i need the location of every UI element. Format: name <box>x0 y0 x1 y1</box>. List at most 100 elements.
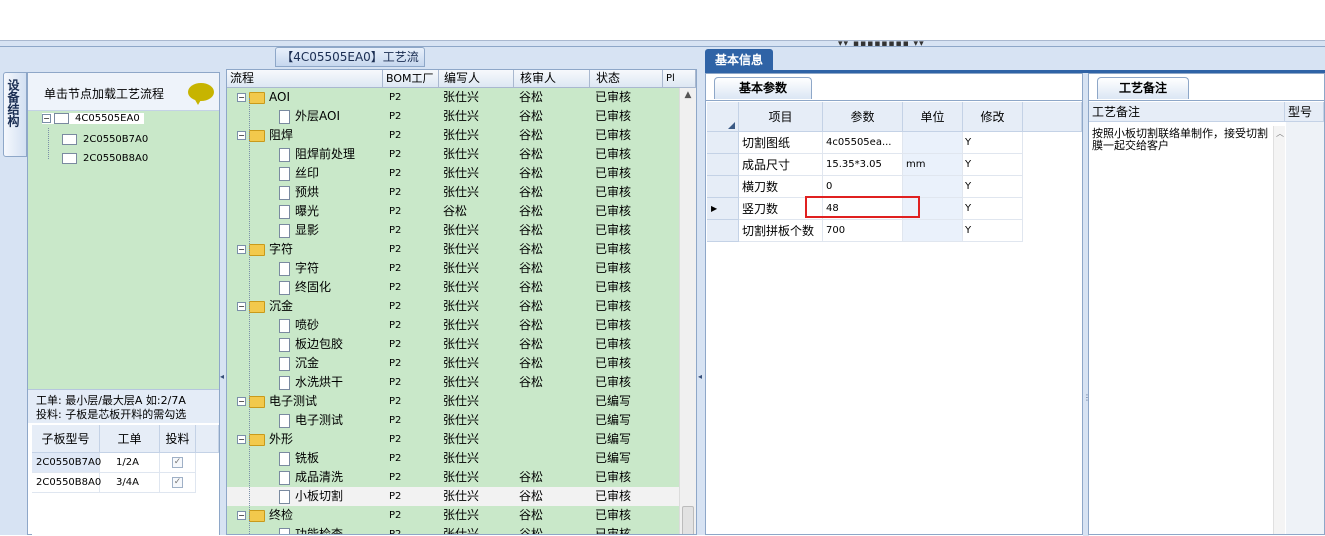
process-row[interactable]: 显影 P2 张仕兴 谷松 已审核 <box>227 221 679 240</box>
vertical-scrollbar[interactable]: ▲ <box>679 88 696 534</box>
column-header[interactable]: 核审人 <box>514 70 590 88</box>
process-row[interactable]: 外层AOI P2 张仕兴 谷松 已审核 <box>227 107 679 126</box>
cell-feed[interactable]: ✓ <box>160 473 196 493</box>
speech-bubble-icon[interactable] <box>188 83 214 105</box>
process-row[interactable]: − 外形 P2 张仕兴 已编写 <box>227 430 679 449</box>
collapse-icon[interactable]: − <box>237 435 246 444</box>
column-header[interactable]: 编写人 <box>439 70 514 88</box>
process-row[interactable]: 字符 P2 张仕兴 谷松 已审核 <box>227 259 679 278</box>
scroll-up-icon[interactable]: ▲ <box>682 89 694 101</box>
row-header[interactable] <box>707 132 739 154</box>
tree-node-child[interactable]: 2C0550B8A0 <box>62 153 148 164</box>
cell-unit[interactable]: mm <box>903 154 963 176</box>
process-row[interactable]: − 电子测试 P2 张仕兴 已编写 <box>227 392 679 411</box>
cell-feed[interactable]: ✓ <box>160 453 196 473</box>
column-header[interactable]: 流程 <box>227 70 383 88</box>
process-row[interactable]: 板边包胶 P2 张仕兴 谷松 已审核 <box>227 335 679 354</box>
cell-param[interactable]: 15.35*3.05 <box>823 154 903 176</box>
vertical-splitter[interactable]: ◂ <box>698 72 704 535</box>
column-header[interactable]: 修改 <box>963 102 1023 132</box>
tree-node-child[interactable]: 2C0550B7A0 <box>62 134 148 145</box>
process-row[interactable]: 沉金 P2 张仕兴 谷松 已审核 <box>227 354 679 373</box>
cell-modify[interactable]: Y <box>963 132 1023 154</box>
cell-modify[interactable]: Y <box>963 154 1023 176</box>
tab-basic-info[interactable]: 基本信息 <box>705 49 773 71</box>
row-header[interactable] <box>707 154 739 176</box>
process-row[interactable]: − 终检 P2 张仕兴 谷松 已审核 <box>227 506 679 525</box>
folder-icon <box>249 129 265 142</box>
collapse-icon[interactable]: − <box>237 511 246 520</box>
collapse-icon[interactable]: − <box>237 131 246 140</box>
status: 已审核 <box>595 337 632 351</box>
process-row[interactable]: 丝印 P2 张仕兴 谷松 已审核 <box>227 164 679 183</box>
collapse-icon[interactable]: − <box>237 397 246 406</box>
column-header[interactable]: 工艺备注 <box>1089 102 1285 122</box>
process-name: 沉金 <box>279 354 319 373</box>
row-header[interactable] <box>707 176 739 198</box>
column-header[interactable]: 型号备 <box>1285 102 1324 139</box>
status: 已审核 <box>595 508 632 522</box>
row-header[interactable] <box>707 220 739 242</box>
cell-order[interactable]: 1/2A <box>100 453 160 473</box>
process-row[interactable]: 喷砂 P2 张仕兴 谷松 已审核 <box>227 316 679 335</box>
cell-unit[interactable] <box>903 220 963 242</box>
feed-checkbox[interactable]: ✓ <box>172 476 183 488</box>
collapse-icon[interactable]: − <box>237 93 246 102</box>
cell-param[interactable]: 4c05505ea... <box>823 132 903 154</box>
cell-item[interactable]: 切割拼板个数 <box>739 220 823 242</box>
tab-device-structure[interactable]: 设备结构 <box>3 72 27 157</box>
process-row[interactable]: − AOI P2 张仕兴 谷松 已审核 <box>227 88 679 107</box>
cell-modify[interactable]: Y <box>963 220 1023 242</box>
cell-modify[interactable]: Y <box>963 176 1023 198</box>
process-row[interactable]: 小板切割 P2 张仕兴 谷松 已审核 <box>227 487 679 506</box>
column-header[interactable]: 子板型号 <box>32 425 100 453</box>
cell-param[interactable]: 0 <box>823 176 903 198</box>
remark-text[interactable]: 按照小板切割联络单制作，接受切割膜一起交给客户 <box>1092 128 1272 152</box>
process-row[interactable]: 预烘 P2 张仕兴 谷松 已审核 <box>227 183 679 202</box>
cell-param[interactable]: 700 <box>823 220 903 242</box>
collapse-icon[interactable]: − <box>42 114 51 123</box>
column-header[interactable]: 参数 <box>823 102 903 132</box>
process-row[interactable]: 终固化 P2 张仕兴 谷松 已审核 <box>227 278 679 297</box>
process-row[interactable]: − 阻焊 P2 张仕兴 谷松 已审核 <box>227 126 679 145</box>
process-row[interactable]: − 沉金 P2 张仕兴 谷松 已审核 <box>227 297 679 316</box>
process-row[interactable]: 功能检查 P2 张仕兴 谷松 已审核 <box>227 525 679 534</box>
column-header[interactable]: 状态 <box>590 70 663 88</box>
cell-model[interactable]: 2C0550B7A0 <box>32 453 101 473</box>
process-row[interactable]: 电子测试 P2 张仕兴 已编写 <box>227 411 679 430</box>
tab-basic-params[interactable]: 基本参数 <box>714 77 812 99</box>
cell-item[interactable]: 切割图纸 <box>739 132 823 154</box>
column-header[interactable]: 投料 <box>160 425 196 453</box>
cell-unit[interactable] <box>903 176 963 198</box>
process-row[interactable]: 阻焊前处理 P2 张仕兴 谷松 已审核 <box>227 145 679 164</box>
cell-modify[interactable]: Y <box>963 198 1023 220</box>
row-header[interactable]: ▶ <box>707 198 739 220</box>
column-header[interactable]: 单位 <box>903 102 963 132</box>
status: 已审核 <box>595 166 632 180</box>
scroll-up-icon[interactable]: ︿ <box>1276 128 1284 139</box>
cell-model[interactable]: 2C0550B8A0 <box>32 473 101 493</box>
cell-item[interactable]: 横刀数 <box>739 176 823 198</box>
column-header[interactable]: 工单 <box>100 425 160 453</box>
tab-process-flow[interactable]: 【4C05505EA0】工艺流程 <box>275 47 425 82</box>
process-row[interactable]: 成品清洗 P2 张仕兴 谷松 已审核 <box>227 468 679 487</box>
collapse-icon[interactable]: − <box>237 302 246 311</box>
cell-order[interactable]: 3/4A <box>100 473 160 493</box>
cell-item[interactable]: 成品尺寸 <box>739 154 823 176</box>
process-row[interactable]: − 字符 P2 张仕兴 谷松 已审核 <box>227 240 679 259</box>
remark-scrollbar[interactable]: ︿ <box>1273 126 1285 534</box>
scroll-thumb[interactable] <box>682 506 694 534</box>
tab-remark[interactable]: 工艺备注 <box>1097 77 1189 99</box>
process-row[interactable]: 曝光 P2 谷松 谷松 已审核 <box>227 202 679 221</box>
process-row[interactable]: 水洗烘干 P2 张仕兴 谷松 已审核 <box>227 373 679 392</box>
cell-unit[interactable] <box>903 132 963 154</box>
tree-node-root[interactable]: − 4C05505EA0 <box>42 113 144 124</box>
process-row[interactable]: 铣板 P2 张仕兴 已编写 <box>227 449 679 468</box>
column-header[interactable]: 项目 <box>739 102 823 132</box>
writer: 张仕兴 <box>443 432 480 446</box>
feed-checkbox[interactable]: ✓ <box>172 456 183 468</box>
column-header[interactable]: BOM工厂 <box>383 70 439 88</box>
column-header[interactable]: Pl <box>663 70 696 88</box>
process-name: − AOI <box>237 90 290 104</box>
collapse-icon[interactable]: − <box>237 245 246 254</box>
